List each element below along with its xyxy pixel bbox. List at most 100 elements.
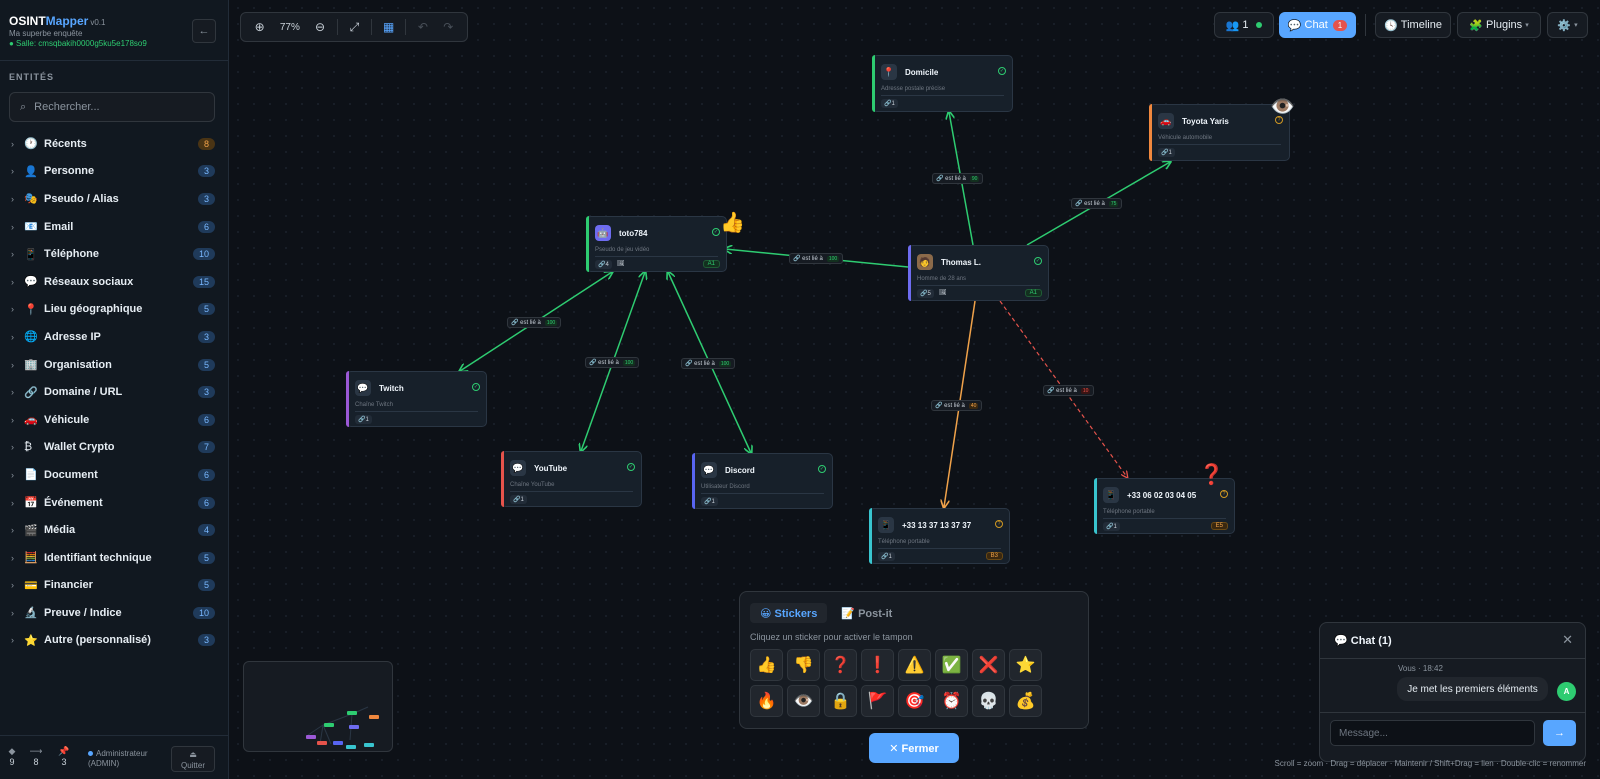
- auto-layout-icon[interactable]: ▦: [376, 15, 401, 39]
- node-title: Twitch: [379, 383, 404, 393]
- edge-label-discord[interactable]: 🔗 est lié à 100: [681, 358, 736, 369]
- link-count: 🔗1: [878, 552, 895, 561]
- reliability-rating: A1: [702, 260, 720, 268]
- edge-label-toto[interactable]: 🔗 est lié à 100: [789, 253, 844, 264]
- tab-postit[interactable]: 📝 Post-it: [831, 603, 902, 623]
- fit-screen-icon[interactable]: ⤢: [342, 15, 367, 39]
- minimap[interactable]: [243, 661, 393, 752]
- node-subtitle: Homme de 28 ans: [917, 276, 967, 282]
- node-twitch[interactable]: 💬 Twitch ✓ Chaîne Twitch 🔗1: [346, 371, 487, 427]
- sticker-option[interactable]: ✅: [935, 649, 968, 681]
- node-title: Thomas L.: [941, 257, 982, 267]
- sticker-option[interactable]: ❌: [972, 649, 1005, 681]
- sticker-hint: Cliquez un sticker pour activer le tampo…: [750, 632, 913, 642]
- link-count: 🔗4: [595, 260, 612, 269]
- image-icon: 🖼: [939, 290, 947, 296]
- unverified-icon: ?: [995, 520, 1003, 528]
- sticker-option[interactable]: ❗: [861, 649, 894, 681]
- minimap-node: [364, 743, 374, 747]
- link-count: 🔗1: [1158, 148, 1175, 157]
- location-pin-icon: 📍: [881, 64, 897, 80]
- chat-message-input[interactable]: [1330, 720, 1535, 746]
- verified-icon: ✓: [818, 465, 826, 473]
- close-icon[interactable]: ✕: [1562, 632, 1573, 648]
- thumbs-up-sticker-icon[interactable]: 👍: [720, 210, 745, 235]
- sticker-option[interactable]: 🔥: [750, 685, 783, 717]
- gear-icon: ⚙️: [1557, 19, 1572, 32]
- node-subtitle: Téléphone portable: [1103, 509, 1155, 515]
- online-users-button[interactable]: 👥 1: [1214, 12, 1274, 38]
- car-icon: 🚗: [1158, 113, 1174, 129]
- edge-label-youtube[interactable]: 🔗 est lié à 100: [585, 357, 640, 368]
- sticker-option[interactable]: 👁️: [787, 685, 820, 717]
- sticker-option[interactable]: 💰: [1009, 685, 1042, 717]
- minimap-node: [346, 745, 356, 749]
- close-sticker-panel-button[interactable]: ✕ Fermer: [869, 733, 959, 763]
- sticker-option[interactable]: ⚠️: [898, 649, 931, 681]
- sticker-option[interactable]: 👎: [787, 649, 820, 681]
- sticker-option[interactable]: 🔒: [824, 685, 857, 717]
- question-sticker-icon[interactable]: ❓: [1199, 462, 1224, 487]
- link-count: 🔗1: [510, 495, 527, 504]
- node-discord[interactable]: 💬 Discord ✓ Utilisateur Discord 🔗1: [692, 453, 833, 509]
- timeline-button[interactable]: 🕓 Timeline: [1375, 12, 1451, 38]
- node-subtitle: Utilisateur Discord: [701, 484, 750, 490]
- node-title: YouTube: [534, 463, 568, 473]
- zoom-toolbar: ⊕ 77% ⊖ ⤢ ▦ ↶ ↷: [240, 12, 468, 42]
- clock-icon: 🕓: [1384, 19, 1398, 32]
- sticker-option[interactable]: 👍: [750, 649, 783, 681]
- node-domicile[interactable]: 📍 Domicile ✓ Adresse postale précise 🔗1: [872, 55, 1013, 112]
- edge-label-twitch[interactable]: 🔗 est lié à 100: [507, 317, 562, 328]
- node-toyota[interactable]: 🚗 Toyota Yaris ? Véhicule automobile 🔗1: [1149, 104, 1290, 161]
- sticker-option[interactable]: ⏰: [935, 685, 968, 717]
- zoom-in-icon[interactable]: ⊕: [247, 15, 272, 39]
- node-subtitle: Chaîne Twitch: [355, 402, 393, 408]
- chat-button[interactable]: 💬 Chat 1: [1279, 12, 1356, 38]
- phone-icon: 📱: [1103, 487, 1119, 503]
- social-icon: 💬: [355, 380, 371, 396]
- node-toto784[interactable]: 🤖 toto784 ✓ Pseudo de jeu vidéo 🔗4 🖼 A1: [586, 216, 727, 272]
- avatar: A: [1557, 682, 1576, 701]
- verified-icon: ✓: [1034, 257, 1042, 265]
- edge-label-phone2[interactable]: 🔗 est lié à 10: [1043, 385, 1095, 396]
- node-title: +33 06 02 03 04 05: [1127, 490, 1197, 500]
- puzzle-icon: 🧩: [1469, 19, 1483, 32]
- node-title: Discord: [725, 465, 755, 475]
- verified-icon: ✓: [712, 228, 720, 236]
- link-count: 🔗1: [701, 497, 718, 506]
- sticker-option[interactable]: ❓: [824, 649, 857, 681]
- node-title: toto784: [619, 228, 648, 238]
- sticker-option[interactable]: ⭐: [1009, 649, 1042, 681]
- tab-stickers[interactable]: 😀 Stickers: [750, 603, 828, 623]
- edge-label-domicile[interactable]: 🔗 est lié à 90: [932, 173, 984, 184]
- node-title: Toyota Yaris: [1182, 116, 1229, 126]
- users-icon: 👥: [1225, 19, 1240, 32]
- node-subtitle: Véhicule automobile: [1158, 135, 1213, 141]
- sticker-panel: 😀 Stickers 📝 Post-it Cliquez un sticker …: [739, 591, 1089, 729]
- plugins-button[interactable]: 🧩 Plugins ▾: [1457, 12, 1541, 38]
- edge-label-toyota[interactable]: 🔗 est lié à 75: [1071, 198, 1123, 209]
- undo-icon[interactable]: ↶: [410, 15, 435, 39]
- image-icon: 🖼: [617, 261, 625, 267]
- eye-sticker-icon[interactable]: 👁️: [1270, 94, 1295, 119]
- sticker-option[interactable]: 💀: [972, 685, 1005, 717]
- zoom-out-icon[interactable]: ⊖: [307, 15, 332, 39]
- sticker-option[interactable]: 🎯: [898, 685, 931, 717]
- edge-label-phone1[interactable]: 🔗 est lié à 40: [931, 400, 983, 411]
- sticker-grid: 👍 👎 ❓ ❗ ⚠️ ✅ ❌ ⭐ 🔥 👁️ 🔒 🚩 🎯 ⏰ 💀 💰: [750, 649, 1080, 721]
- chat-title: 💬 Chat (1): [1334, 635, 1392, 647]
- node-phone-1[interactable]: 📱 +33 13 37 13 37 37 ? Téléphone portable…: [869, 508, 1010, 564]
- link-count: 🔗1: [881, 99, 898, 108]
- minimap-node: [349, 725, 359, 729]
- reliability-rating: E5: [1210, 522, 1228, 530]
- sticker-option[interactable]: 🚩: [861, 685, 894, 717]
- node-youtube[interactable]: 💬 YouTube ✓ Chaîne YouTube 🔗1: [501, 451, 642, 507]
- sticker-tabs: 😀 Stickers 📝 Post-it: [750, 603, 906, 623]
- node-thomas[interactable]: 🧑 Thomas L. ✓ Homme de 28 ans 🔗5 🖼 A1: [908, 245, 1049, 301]
- online-status-dot: [1256, 22, 1263, 28]
- redo-icon[interactable]: ↷: [436, 15, 461, 39]
- settings-button[interactable]: ⚙️ ▾: [1547, 12, 1588, 38]
- chevron-down-icon: ▾: [1574, 22, 1578, 29]
- reliability-rating: B3: [985, 552, 1003, 560]
- send-message-button[interactable]: →: [1543, 720, 1576, 746]
